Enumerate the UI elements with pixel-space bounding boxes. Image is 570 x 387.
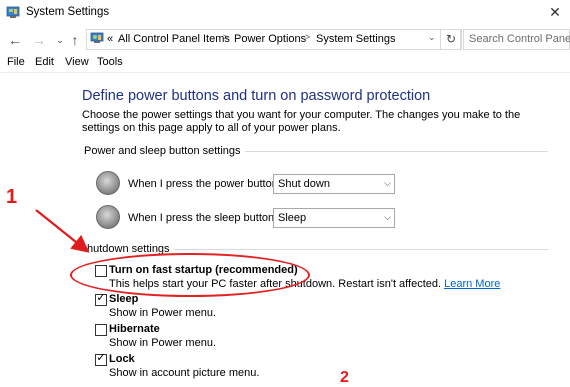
close-button[interactable]: ✕ xyxy=(540,0,570,26)
address-dropdown-icon[interactable]: ⌄ xyxy=(428,32,436,43)
up-arrow-icon[interactable]: ↑ xyxy=(67,32,83,48)
page-description: Choose the power settings that you want … xyxy=(82,109,521,134)
lock-option-label: Lock xyxy=(109,353,135,365)
refresh-icon[interactable]: ↻ xyxy=(440,29,462,50)
hibernate-option-label: Hibernate xyxy=(109,323,160,335)
sleep-button-label: When I press the sleep button: xyxy=(128,212,278,224)
sleep-option-description: Show in Power menu. xyxy=(109,307,216,319)
annotation-marker-2: 2 xyxy=(340,369,349,386)
hibernate-checkbox[interactable] xyxy=(95,324,107,336)
lock-checkbox[interactable]: ✓ xyxy=(95,352,107,366)
sleep-button-value: Sleep xyxy=(278,212,307,224)
checkmark-icon: ✓ xyxy=(96,352,106,364)
control-panel-icon xyxy=(90,32,104,43)
chevron-down-icon: ⌵ xyxy=(384,178,391,188)
annotation-highlight-ellipse xyxy=(70,253,310,297)
annotation-marker-1: 1 xyxy=(6,186,18,208)
breadcrumb-power-options[interactable]: Power Options xyxy=(234,33,306,45)
learn-more-link[interactable]: Learn More xyxy=(444,278,500,290)
power-button-icon xyxy=(96,171,120,195)
control-panel-icon xyxy=(6,6,20,18)
breadcrumb-separator-icon: > xyxy=(305,32,311,42)
page-title: Define power buttons and turn on passwor… xyxy=(82,88,431,104)
close-icon: ✕ xyxy=(549,4,561,20)
power-button-label: When I press the power button: xyxy=(128,178,281,190)
menu-view[interactable]: View xyxy=(65,56,89,68)
breadcrumb-all-items[interactable]: All Control Panel Items xyxy=(118,33,230,45)
power-section-label: Power and sleep button settings xyxy=(84,145,245,157)
chevron-down-icon: ⌵ xyxy=(384,212,391,222)
window-title: System Settings xyxy=(26,6,110,18)
sleep-checkbox[interactable]: ✓ xyxy=(95,292,107,306)
sleep-option-label: Sleep xyxy=(109,293,139,305)
hibernate-option-description: Show in Power menu. xyxy=(109,337,216,349)
annotation-arrow xyxy=(35,209,90,253)
dropdown-arrow-icon[interactable]: ⌄ xyxy=(52,32,68,48)
breadcrumb-prefix: « xyxy=(107,33,114,45)
breadcrumb-system-settings[interactable]: System Settings xyxy=(316,33,395,45)
menu-file[interactable]: File xyxy=(7,56,25,68)
power-button-select[interactable]: Shut down ⌵ xyxy=(273,174,395,194)
power-button-value: Shut down xyxy=(278,178,330,190)
checkmark-icon: ✓ xyxy=(96,292,106,304)
sleep-button-select[interactable]: Sleep ⌵ xyxy=(273,208,395,228)
forward-arrow-icon[interactable]: → xyxy=(31,32,47,48)
lock-option-description: Show in account picture menu. xyxy=(109,367,260,379)
breadcrumb-separator-icon: > xyxy=(223,32,229,42)
menu-edit[interactable]: Edit xyxy=(35,56,54,68)
menu-tools[interactable]: Tools xyxy=(97,56,123,68)
search-placeholder: Search Control Panel xyxy=(469,33,570,45)
menu-divider xyxy=(0,72,570,73)
back-arrow-icon[interactable]: ← xyxy=(7,32,23,48)
